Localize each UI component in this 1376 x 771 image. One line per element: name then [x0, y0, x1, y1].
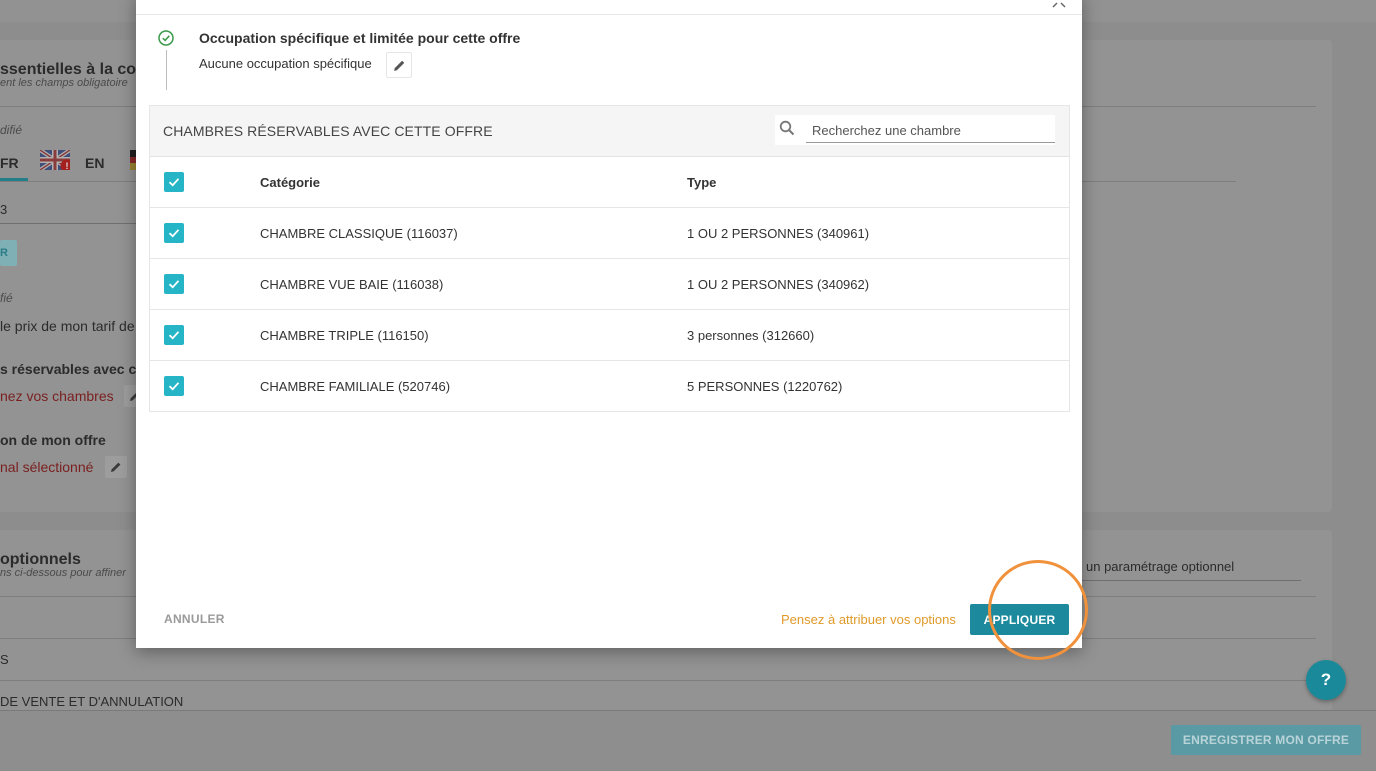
chip-label: R — [0, 247, 8, 259]
modal-divider — [136, 14, 1082, 15]
tab-lang-en[interactable]: EN — [85, 155, 104, 171]
chip-button[interactable]: R — [0, 240, 17, 266]
svg-text:!: ! — [66, 161, 69, 170]
table-header-row: Catégorie Type — [150, 157, 1069, 208]
room-category: CHAMBRE FAMILIALE (520746) — [260, 379, 451, 394]
rooms-table-toolbar: CHAMBRES RÉSERVABLES AVEC CETTE OFFRE — [150, 106, 1069, 157]
tab-lang-fr[interactable]: FR — [0, 155, 19, 171]
room-category: CHAMBRE VUE BAIE (116038) — [260, 277, 444, 292]
optional-row[interactable]: S — [0, 652, 9, 667]
field-underline — [0, 223, 136, 224]
field-value-fragment: 3 — [0, 202, 8, 217]
checkbox-checked-icon — [168, 280, 180, 289]
occupation-step-title: Occupation spécifique et limitée pour ce… — [199, 30, 521, 46]
section-optional-subtitle: ns ci-dessous pour affiner — [0, 567, 126, 579]
checkbox-checked-icon — [168, 331, 180, 340]
row-checkbox[interactable] — [164, 325, 184, 345]
optional-select-placeholder[interactable]: un paramétrage optionnel — [1086, 559, 1234, 574]
rooms-table: CHAMBRES RÉSERVABLES AVEC CETTE OFFRE Ca… — [149, 105, 1070, 412]
pencil-icon[interactable] — [105, 456, 127, 478]
check-circle-icon — [158, 30, 174, 46]
room-category: CHAMBRE CLASSIQUE (116037) — [260, 226, 458, 241]
cancel-button[interactable]: ANNULER — [164, 612, 225, 626]
edit-occupation-button[interactable] — [386, 52, 412, 78]
room-search — [775, 115, 1055, 145]
section-essentials-subtitle: ent les champs obligatoire — [0, 77, 128, 89]
divider — [0, 680, 1316, 681]
room-type: 3 personnes (312660) — [687, 328, 815, 343]
help-icon: ? — [1320, 670, 1332, 689]
checkbox-checked-icon — [168, 229, 180, 238]
search-icon — [779, 120, 795, 136]
select-all-checkbox[interactable] — [164, 172, 184, 192]
apply-button[interactable]: APPLIQUER — [970, 604, 1069, 635]
table-row[interactable]: CHAMBRE TRIPLE (116150) 3 personnes (312… — [150, 310, 1069, 361]
occupation-step-value: Aucune occupation spécifique — [199, 56, 372, 71]
offer-heading: on de mon offre — [0, 432, 106, 448]
optional-select-underline — [1082, 580, 1301, 581]
table-row[interactable]: CHAMBRE CLASSIQUE (116037) 1 OU 2 PERSON… — [150, 208, 1069, 259]
checkbox-checked-icon — [168, 382, 180, 391]
rooms-heading: s réservables avec cet — [0, 361, 149, 377]
close-icon[interactable] — [1052, 0, 1066, 13]
room-search-input[interactable] — [806, 115, 1055, 143]
room-type: 1 OU 2 PERSONNES (340962) — [687, 277, 870, 292]
price-text: le prix de mon tarif de — [0, 318, 135, 334]
step-connector — [166, 50, 167, 90]
help-button[interactable]: ? — [1306, 660, 1346, 700]
checkbox-checked-icon — [168, 178, 180, 187]
column-header-category: Catégorie — [260, 175, 320, 190]
rooms-link[interactable]: nez vos chambres — [0, 388, 114, 404]
row-checkbox[interactable] — [164, 223, 184, 243]
pencil-icon — [393, 60, 404, 71]
row-checkbox[interactable] — [164, 274, 184, 294]
offer-link[interactable]: nal sélectionné — [0, 459, 93, 475]
uk-flag-icon: ! — [40, 150, 70, 170]
options-hint-link[interactable]: Pensez à attribuer vos options — [781, 612, 956, 627]
room-type: 1 OU 2 PERSONNES (340961) — [687, 226, 870, 241]
room-selection-modal: Occupation spécifique et limitée pour ce… — [136, 0, 1082, 648]
modified-label: difié — [0, 123, 23, 137]
room-type: 5 PERSONNES (1220762) — [687, 379, 843, 394]
column-header-type: Type — [687, 175, 717, 190]
modified-label-2: fié — [0, 291, 13, 305]
footer-bar — [0, 710, 1376, 771]
table-row[interactable]: CHAMBRE FAMILIALE (520746) 5 PERSONNES (… — [150, 361, 1069, 411]
room-category: CHAMBRE TRIPLE (116150) — [260, 328, 429, 343]
row-checkbox[interactable] — [164, 376, 184, 396]
save-offer-button[interactable]: ENREGISTRER MON OFFRE — [1171, 725, 1361, 755]
optional-row[interactable]: DE VENTE ET D'ANNULATION — [0, 694, 183, 709]
rooms-table-title: CHAMBRES RÉSERVABLES AVEC CETTE OFFRE — [163, 123, 493, 139]
table-row[interactable]: CHAMBRE VUE BAIE (116038) 1 OU 2 PERSONN… — [150, 259, 1069, 310]
